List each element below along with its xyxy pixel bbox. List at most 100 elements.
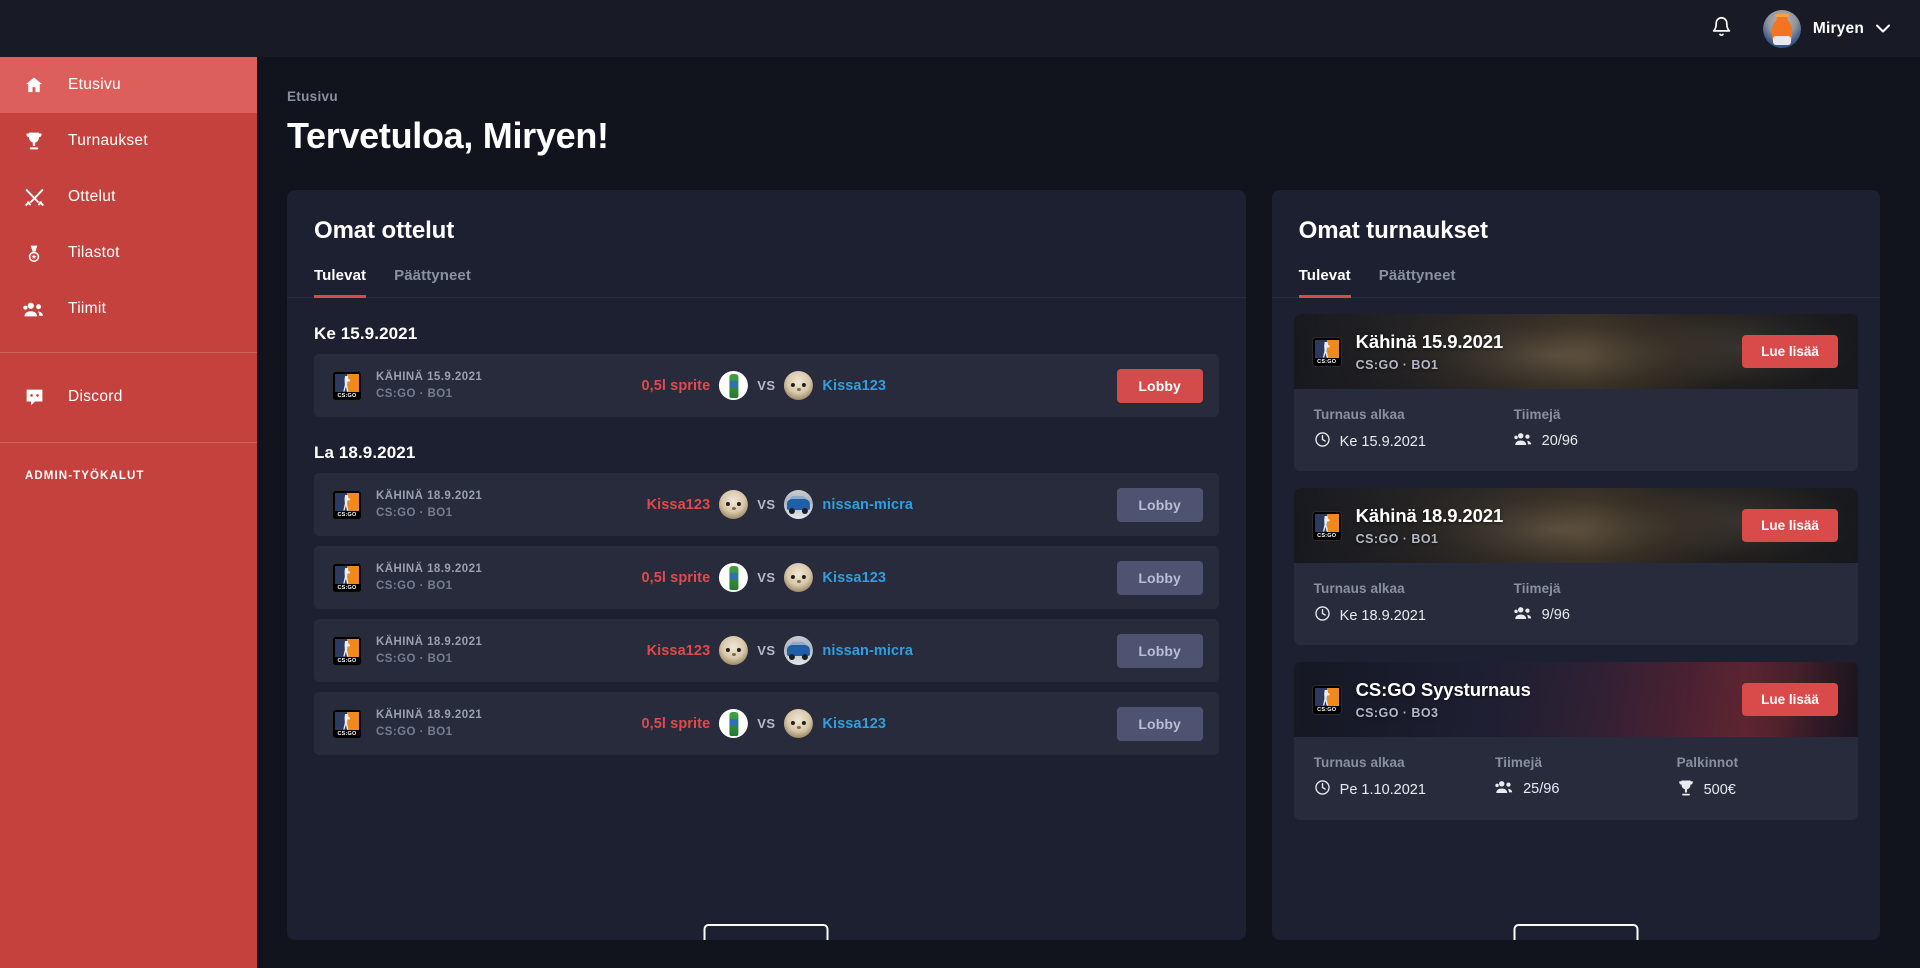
notifications-button[interactable] xyxy=(1705,12,1739,46)
clock-icon xyxy=(1314,605,1331,626)
team-a-avatar xyxy=(719,636,749,665)
vs-label: VS xyxy=(757,643,776,658)
match-meta: KÄHINÄ 18.9.2021 CS:GO · BO1 xyxy=(376,709,591,738)
stat-value: 20/96 xyxy=(1541,433,1578,449)
matches-tabs: Tulevat Päättyneet xyxy=(287,267,1246,298)
stat-value: Ke 18.9.2021 xyxy=(1339,607,1426,624)
tournament-stats: Turnaus alkaa Ke 18.9.2021 Tiimejä 9/96 xyxy=(1294,563,1858,645)
my-matches-title: Omat ottelut xyxy=(314,217,455,244)
my-tournaments-card: Omat turnaukset Tulevat Päättyneet CS:GO… xyxy=(1271,190,1880,940)
match-name: KÄHINÄ 18.9.2021 xyxy=(376,490,483,502)
stat-label: Turnaus alkaa xyxy=(1313,407,1405,422)
table-row[interactable]: CS:GO KÄHINÄ 18.9.2021 CS:GO · BO1 Kissa… xyxy=(314,619,1219,682)
tournament-stats: Turnaus alkaa Ke 15.9.2021 Tiimejä 20/96 xyxy=(1294,389,1858,471)
vs-label: VS xyxy=(757,378,776,393)
list-item[interactable]: CS:GO CS:GO Syysturnaus CS:GO · BO3 Lue … xyxy=(1293,662,1858,820)
lobby-button[interactable]: Lobby xyxy=(1116,487,1203,522)
read-more-button[interactable]: Lue lisää xyxy=(1742,683,1838,716)
team-a-name: 0,5l sprite xyxy=(641,715,711,732)
tab-matches-tulevat[interactable]: Tulevat xyxy=(314,267,367,298)
matches-show-more-button[interactable] xyxy=(703,924,829,940)
list-item[interactable]: CS:GO Kähinä 15.9.2021 CS:GO · BO1 Lue l… xyxy=(1293,314,1858,471)
match-versus: 0,5l sprite VS Kissa123 xyxy=(598,371,934,400)
team-b-name: Kissa123 xyxy=(822,569,887,586)
stat-value-wrap: Ke 18.9.2021 xyxy=(1314,605,1514,626)
stat-start-time: Turnaus alkaa Ke 15.9.2021 xyxy=(1314,407,1514,452)
stat-label: Turnaus alkaa xyxy=(1313,581,1405,596)
lobby-button[interactable]: Lobby xyxy=(1116,706,1203,741)
team-a-name: Kissa123 xyxy=(646,642,711,659)
match-name: KÄHINÄ 18.9.2021 xyxy=(376,709,483,721)
stat-value-wrap: Pe 1.10.2021 xyxy=(1314,779,1495,800)
stat-value: 25/96 xyxy=(1523,781,1560,797)
lobby-button[interactable]: Lobby xyxy=(1116,368,1203,403)
content-columns: Omat ottelut Tulevat Päättyneet Ke 15.9.… xyxy=(287,190,1880,940)
tab-tournaments-paattyneet[interactable]: Päättyneet xyxy=(1379,267,1456,298)
team-b-name: nissan-micra xyxy=(822,496,914,513)
clock-icon xyxy=(1314,779,1331,800)
vs-label: VS xyxy=(757,570,776,585)
sidebar-item-discord[interactable]: Discord xyxy=(0,369,257,425)
team-b-avatar xyxy=(784,490,814,519)
tournaments-show-more-button[interactable] xyxy=(1513,924,1639,940)
csgo-game-icon: CS:GO xyxy=(1311,336,1342,367)
sidebar-item-ottelut[interactable]: Ottelut xyxy=(0,169,257,225)
read-more-button[interactable]: Lue lisää xyxy=(1742,509,1838,542)
tournament-info: Kähinä 18.9.2021 CS:GO · BO1 xyxy=(1356,505,1504,546)
stat-prizes: Palkinnot 500€ xyxy=(1677,755,1858,801)
top-bar: Miryen xyxy=(0,0,1920,57)
team-a-avatar xyxy=(719,709,749,738)
stat-value-wrap: 20/96 xyxy=(1513,431,1714,451)
match-subtitle: CS:GO · BO1 xyxy=(376,507,453,519)
table-row[interactable]: CS:GO KÄHINÄ 18.9.2021 CS:GO · BO1 0,5l … xyxy=(314,692,1219,755)
stat-label: Turnaus alkaa xyxy=(1313,755,1405,770)
sidebar-item-tilastot[interactable]: Tilastot xyxy=(0,225,257,281)
match-day-heading: Ke 15.9.2021 xyxy=(314,324,418,343)
stat-teams: Tiimejä 9/96 xyxy=(1514,581,1714,626)
tab-matches-paattyneet[interactable]: Päättyneet xyxy=(394,267,471,298)
vs-label: VS xyxy=(757,716,776,731)
stat-start-time: Turnaus alkaa Ke 18.9.2021 xyxy=(1314,581,1514,626)
team-a-avatar xyxy=(719,490,749,519)
user-menu[interactable]: Miryen xyxy=(1762,9,1890,48)
team-a-avatar xyxy=(719,563,749,592)
discord-icon xyxy=(22,385,46,409)
csgo-game-icon: CS:GO xyxy=(332,562,362,593)
matches-list: Ke 15.9.2021 CS:GO KÄHINÄ 15.9.2021 CS:G… xyxy=(287,324,1246,755)
admin-tools-heading: ADMIN-TYÖKALUT xyxy=(25,470,145,482)
read-more-button[interactable]: Lue lisää xyxy=(1742,335,1838,368)
sidebar-item-tiimit[interactable]: Tiimit xyxy=(0,281,257,337)
match-meta: KÄHINÄ 18.9.2021 CS:GO · BO1 xyxy=(376,636,591,665)
tournaments-list: CS:GO Kähinä 15.9.2021 CS:GO · BO1 Lue l… xyxy=(1272,298,1880,820)
sidebar-label: Discord xyxy=(68,388,123,405)
stat-value: Pe 1.10.2021 xyxy=(1339,781,1426,798)
page-title: Tervetuloa, Miryen! xyxy=(287,115,609,156)
team-b-name: nissan-micra xyxy=(822,642,914,659)
sidebar-item-turnaukset[interactable]: Turnaukset xyxy=(0,113,257,169)
tab-tournaments-tulevat[interactable]: Tulevat xyxy=(1298,267,1351,298)
match-subtitle: CS:GO · BO1 xyxy=(376,726,453,738)
lobby-button[interactable]: Lobby xyxy=(1116,633,1203,668)
trophy-icon xyxy=(22,129,46,153)
tournament-banner: CS:GO Kähinä 18.9.2021 CS:GO · BO1 Lue l… xyxy=(1294,488,1858,563)
table-row[interactable]: CS:GO KÄHINÄ 18.9.2021 CS:GO · BO1 0,5l … xyxy=(314,546,1219,609)
lobby-button[interactable]: Lobby xyxy=(1116,560,1203,595)
chevron-down-icon xyxy=(1876,20,1890,38)
csgo-game-icon: CS:GO xyxy=(1311,684,1342,715)
table-row[interactable]: CS:GO KÄHINÄ 18.9.2021 CS:GO · BO1 Kissa… xyxy=(314,473,1219,536)
tournament-subtitle: CS:GO · BO1 xyxy=(1355,532,1439,546)
tournament-name: Kähinä 18.9.2021 xyxy=(1355,505,1504,526)
people-icon xyxy=(1513,431,1533,451)
my-tournaments-title: Omat turnaukset xyxy=(1298,217,1488,244)
tournament-banner: CS:GO Kähinä 15.9.2021 CS:GO · BO1 Lue l… xyxy=(1294,314,1858,389)
stat-label: Tiimejä xyxy=(1513,407,1561,422)
match-versus: 0,5l sprite VS Kissa123 xyxy=(598,563,934,592)
stat-value: Ke 15.9.2021 xyxy=(1339,433,1426,450)
team-a-name: 0,5l sprite xyxy=(641,377,711,394)
sidebar-item-etusivu[interactable]: Etusivu xyxy=(0,57,257,113)
table-row[interactable]: CS:GO KÄHINÄ 15.9.2021 CS:GO · BO1 0,5l … xyxy=(314,354,1219,417)
list-item[interactable]: CS:GO Kähinä 18.9.2021 CS:GO · BO1 Lue l… xyxy=(1293,488,1858,645)
sidebar-label: Turnaukset xyxy=(68,132,148,149)
swords-icon xyxy=(22,185,46,209)
stat-value-wrap: 9/96 xyxy=(1513,605,1714,625)
